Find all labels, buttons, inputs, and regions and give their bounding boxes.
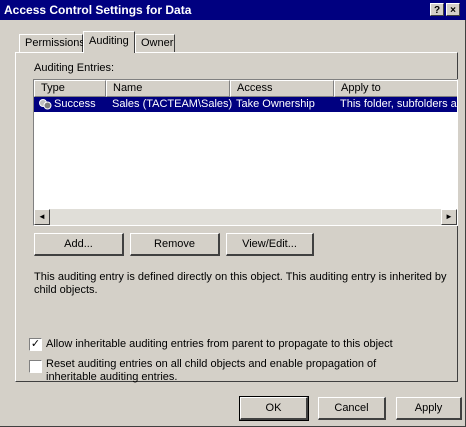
entry-description: This auditing entry is defined directly …	[34, 271, 447, 296]
scroll-right-icon[interactable]: ►	[441, 209, 457, 225]
remove-button[interactable]: Remove	[130, 233, 220, 256]
apply-button-label: Apply	[414, 402, 443, 414]
audit-entry-icon	[38, 98, 52, 116]
title-bar[interactable]: Access Control Settings for Data ? ×	[0, 0, 466, 20]
window-title: Access Control Settings for Data	[4, 3, 192, 17]
view-edit-button-label: View/Edit...	[242, 238, 297, 250]
allow-inheritable-checkbox[interactable]: ✓	[29, 338, 42, 351]
cancel-button-label: Cancel	[334, 402, 369, 414]
close-button[interactable]: ×	[446, 3, 460, 16]
column-header-access[interactable]: Access	[230, 80, 334, 97]
tab-auditing[interactable]: Auditing	[83, 31, 135, 53]
column-header-name[interactable]: Name	[106, 80, 230, 97]
scroll-left-icon[interactable]: ◄	[34, 209, 50, 225]
cancel-button[interactable]: Cancel	[318, 397, 386, 420]
entry-access: Take Ownership	[236, 98, 315, 110]
auditing-entries-label: Auditing Entries:	[34, 62, 115, 74]
entry-apply-to: This folder, subfolders and files	[340, 98, 457, 110]
allow-inheritable-label: Allow inheritable auditing entries from …	[46, 338, 393, 350]
entry-name: Sales (TACTEAM\Sales)	[112, 98, 233, 110]
reset-child-label: Reset auditing entries on all child obje…	[46, 358, 377, 383]
table-row[interactable]: Success Sales (TACTEAM\Sales) Take Owner…	[34, 97, 457, 112]
apply-button[interactable]: Apply	[396, 397, 462, 420]
ok-button-label: OK	[265, 402, 282, 414]
view-edit-button[interactable]: View/Edit...	[226, 233, 314, 256]
add-button[interactable]: Add...	[34, 233, 124, 256]
tab-owner[interactable]: Owner	[135, 34, 175, 52]
tab-permissions[interactable]: Permissions	[19, 34, 85, 52]
entry-type: Success	[54, 98, 96, 110]
auditing-entries-list[interactable]: Type Name Access Apply to Success Sales …	[33, 79, 458, 226]
remove-button-label: Remove	[154, 238, 195, 250]
reset-child-checkbox[interactable]	[29, 360, 42, 373]
add-button-label: Add...	[64, 238, 93, 250]
dialog-window: Access Control Settings for Data ? × Per…	[0, 0, 466, 427]
help-button[interactable]: ?	[430, 3, 444, 16]
column-header-type[interactable]: Type	[34, 80, 106, 97]
horizontal-scrollbar[interactable]: ◄ ►	[34, 209, 457, 225]
ok-button[interactable]: OK	[239, 396, 309, 421]
column-header-apply-to[interactable]: Apply to	[334, 80, 457, 97]
